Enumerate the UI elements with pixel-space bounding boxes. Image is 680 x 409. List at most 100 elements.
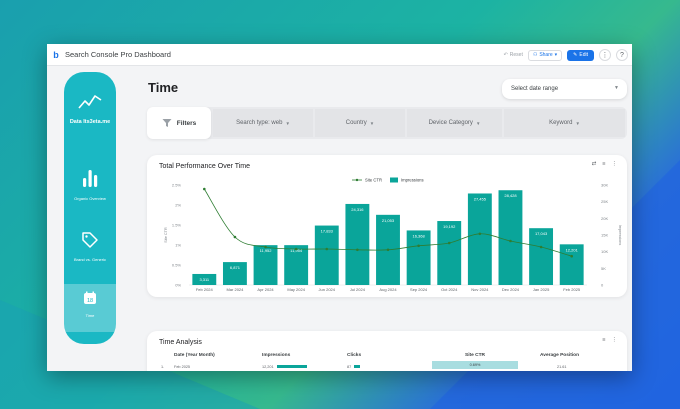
report-title: Search Console Pro Dashboard <box>65 50 171 59</box>
point-site-ctr <box>509 239 512 243</box>
filter-keyword[interactable]: Keyword ▼ <box>504 109 625 137</box>
chevron-down-icon: ▼ <box>369 120 375 126</box>
person-add-icon: ⚇ <box>532 52 538 58</box>
filter-search-type[interactable]: Search type: web ▼ <box>213 109 313 137</box>
brand-label: Data Its3eta.me <box>69 119 111 125</box>
column-header-clicks[interactable]: Clicks <box>347 353 361 358</box>
sidebar-nav: Data Its3eta.me Organic Overview Brand v… <box>64 72 116 344</box>
x-tick-label: Jun 2024 <box>319 287 336 292</box>
y-left-tick-label: 2% <box>175 203 181 208</box>
row-date: Feb 2025 <box>174 365 191 369</box>
top-bar: b Search Console Pro Dashboard ↶ Reset ⚇… <box>47 44 632 66</box>
date-range-label: Select date range <box>511 86 559 92</box>
tag-icon <box>82 232 98 248</box>
y-right-tick-label: 10K <box>601 249 608 254</box>
sidebar-brand[interactable]: Data Its3eta.me <box>64 92 116 126</box>
y-right-tick-label: 15K <box>601 233 608 238</box>
bar-impressions <box>437 221 462 285</box>
x-tick-label: Aug 2024 <box>379 287 397 292</box>
filter-bar: Filters Search type: web ▼ Country ▼ Dev… <box>147 107 627 139</box>
chevron-down-icon: ▼ <box>614 85 619 91</box>
filters-label: Filters <box>147 107 211 139</box>
legend-label-site-ctr: Site CTR <box>365 178 382 183</box>
filters-text: Filters <box>176 119 197 127</box>
filter-country[interactable]: Country ▼ <box>315 109 405 137</box>
point-site-ctr <box>264 245 267 249</box>
page-title: Time <box>148 80 179 95</box>
bar-impressions <box>314 225 339 285</box>
point-site-ctr <box>539 245 543 249</box>
date-range-picker[interactable]: Select date range ▼ <box>502 79 627 99</box>
point-site-ctr <box>447 241 451 245</box>
filter-label: Search type: web <box>236 120 283 126</box>
point-site-ctr <box>570 254 573 258</box>
time-analysis-card: Time Analysis ≡ ⋮ Date (Year Month) Impr… <box>147 331 627 371</box>
x-tick-label: Feb 2025 <box>563 287 581 292</box>
help-icon[interactable]: ? <box>616 49 628 61</box>
column-header-impressions[interactable]: Impressions <box>262 353 290 358</box>
filter-label: Keyword <box>549 120 573 126</box>
point-site-ctr <box>325 247 329 251</box>
reset-label: Reset <box>509 52 523 58</box>
point-site-ctr <box>294 247 298 251</box>
y-right-tick-label: 30K <box>601 183 608 188</box>
bar-data-label: 16,368 <box>412 233 425 238</box>
point-site-ctr <box>233 235 237 239</box>
legend-label-impressions: Impressions <box>401 178 424 183</box>
point-site-ctr <box>386 248 390 252</box>
point-site-ctr <box>417 244 420 248</box>
bar-data-label: 27,455 <box>474 196 487 201</box>
bar-impressions <box>406 230 431 285</box>
x-tick-label: Mar 2024 <box>226 287 244 292</box>
point-site-ctr <box>203 187 206 191</box>
y-left-tick-label: 1.5% <box>172 223 182 228</box>
y-right-tick-label: 20K <box>601 216 608 221</box>
sidebar-item-label: Time <box>85 313 95 318</box>
clicks-bar <box>354 365 360 368</box>
edit-button[interactable]: ✎ Edit <box>567 49 594 61</box>
more-options-icon[interactable]: ⋮ <box>612 337 618 343</box>
edit-label: Edit <box>579 52 588 58</box>
table-title: Time Analysis <box>159 339 202 346</box>
y-right-axis-label: Impressions <box>618 225 622 246</box>
sidebar-item-time[interactable]: 18 Time <box>64 284 116 332</box>
performance-chart: 0% 0.5% 1% 1.5% 2% 2.5% 0 5K 10K 15K 20K 25K 30K Site… <box>164 177 622 292</box>
filter-label: Device Category <box>428 120 473 126</box>
y-right-tick-label: 5K <box>601 266 606 271</box>
sidebar-item-brand-vs-generic[interactable]: Brand vs. Generic <box>64 230 116 262</box>
column-header-date[interactable]: Date (Year Month) <box>174 353 215 358</box>
y-left-tick-label: 2.5% <box>172 183 182 188</box>
reset-button[interactable]: ↶ Reset <box>504 52 523 58</box>
sidebar-item-label: Brand vs. Generic <box>73 257 106 262</box>
filter-device-category[interactable]: Device Category ▼ <box>407 109 502 137</box>
table-actions: ≡ ⋮ <box>602 337 617 343</box>
row-site-ctr: 0.69% <box>432 361 518 369</box>
pencil-icon: ✎ <box>573 52 578 58</box>
bar-chart-icon <box>83 170 98 187</box>
filter-label: Country <box>345 120 367 126</box>
filter-icon[interactable]: ≡ <box>602 337 605 343</box>
share-button[interactable]: ⚇ Share ▾ <box>527 49 563 61</box>
trend-line-icon <box>78 95 102 109</box>
column-header-average-position[interactable]: Average Position <box>540 353 579 358</box>
x-tick-label: Jan 2025 <box>533 287 550 292</box>
point-site-ctr <box>478 232 482 236</box>
sidebar-item-organic-overview[interactable]: Organic Overview <box>64 167 116 201</box>
y-left-axis-label: Site CTR <box>164 227 168 243</box>
chevron-down-icon: ▼ <box>285 120 290 126</box>
point-site-ctr <box>356 248 359 252</box>
x-tick-label: Oct 2024 <box>441 287 458 292</box>
chevron-down-icon: ▼ <box>475 120 481 126</box>
ctr-value: 0.69% <box>469 363 481 367</box>
performance-chart-card: Total Performance Over Time ⇄ ≡ ⋮ 0% 0.5%… <box>147 155 627 297</box>
sidebar-item-label: Organic Overview <box>74 196 106 201</box>
column-header-site-ctr[interactable]: Site CTR <box>465 353 485 358</box>
more-options-icon[interactable]: ⋮ <box>599 49 611 61</box>
bar-data-label: 19,192 <box>443 224 456 229</box>
row-clicks: 87 <box>347 365 352 369</box>
chevron-down-icon: ▾ <box>554 52 558 58</box>
funnel-icon <box>162 119 172 127</box>
row-impressions: 12,201 <box>262 365 274 369</box>
bar-impressions <box>498 190 523 285</box>
x-tick-label: Dec 2024 <box>502 287 520 292</box>
